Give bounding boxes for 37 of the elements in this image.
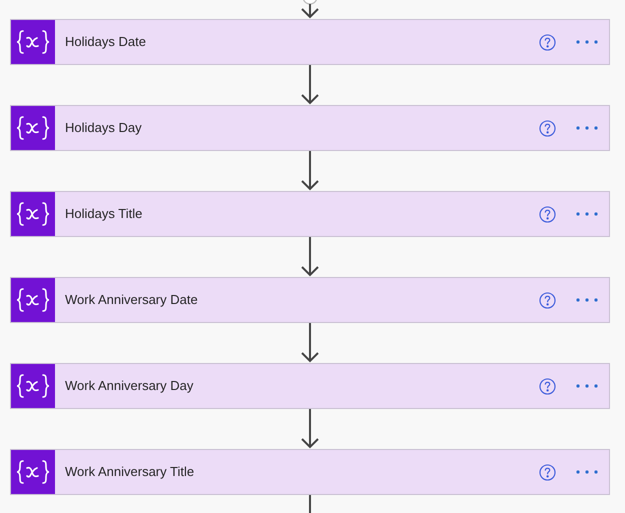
more-options-icon[interactable] bbox=[576, 298, 598, 302]
action-title: Holidays Day bbox=[65, 119, 143, 138]
connector-arrow bbox=[299, 409, 321, 449]
help-icon[interactable] bbox=[539, 464, 556, 480]
action-card[interactable]: Holidays Title bbox=[10, 191, 610, 237]
connector-arrow bbox=[299, 151, 321, 191]
more-options-icon[interactable] bbox=[576, 212, 598, 216]
variable-icon bbox=[11, 192, 55, 236]
action-card[interactable]: Work Anniversary Date bbox=[10, 277, 610, 323]
connector-arrow bbox=[299, 237, 321, 277]
help-icon[interactable] bbox=[539, 378, 556, 394]
connector-line bbox=[308, 495, 312, 513]
help-icon[interactable] bbox=[539, 120, 556, 136]
variable-icon bbox=[11, 106, 55, 150]
more-options-icon[interactable] bbox=[576, 40, 598, 44]
more-options-icon[interactable] bbox=[576, 470, 598, 474]
connector-arrow bbox=[299, 0, 321, 19]
action-title: Work Anniversary Date bbox=[65, 291, 199, 310]
connector-arrow bbox=[299, 65, 321, 105]
more-options-icon[interactable] bbox=[576, 126, 598, 130]
action-title: Holidays Title bbox=[65, 205, 144, 224]
action-title: Work Anniversary Day bbox=[65, 377, 194, 396]
help-icon[interactable] bbox=[539, 292, 556, 308]
connector-arrow bbox=[299, 323, 321, 363]
action-card[interactable]: Holidays Date bbox=[10, 19, 610, 65]
help-icon[interactable] bbox=[539, 34, 556, 50]
variable-icon bbox=[11, 450, 55, 494]
variable-icon bbox=[11, 278, 55, 322]
action-card[interactable]: Holidays Day bbox=[10, 105, 610, 151]
more-options-icon[interactable] bbox=[576, 384, 598, 388]
action-card[interactable]: Work Anniversary Day bbox=[10, 363, 610, 409]
help-icon[interactable] bbox=[539, 206, 556, 222]
action-title: Work Anniversary Title bbox=[65, 463, 196, 482]
variable-icon bbox=[11, 20, 55, 64]
variable-icon bbox=[11, 364, 55, 408]
action-title: Holidays Date bbox=[65, 33, 147, 52]
action-card[interactable]: Work Anniversary Title bbox=[10, 449, 610, 495]
